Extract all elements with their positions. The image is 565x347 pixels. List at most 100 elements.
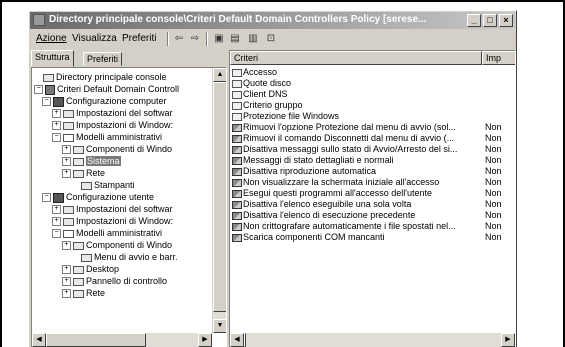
tree-item[interactable]: + Impostazioni di Window: bbox=[52, 119, 173, 131]
tree-item[interactable]: + Componenti di Windo bbox=[62, 239, 172, 251]
list-item-name: Criterio gruppo bbox=[243, 100, 303, 110]
tree-horizontal-scrollbar[interactable]: ◀ ▶ bbox=[32, 333, 212, 347]
expand-icon[interactable]: + bbox=[62, 289, 71, 299]
folder-icon bbox=[63, 229, 74, 238]
tree-item[interactable]: + Pannello di controllo bbox=[62, 275, 167, 287]
list-item[interactable]: Client DNS bbox=[232, 89, 483, 100]
column-header-impostazione[interactable]: Imp bbox=[482, 51, 515, 65]
export-list-icon[interactable]: ▥ bbox=[246, 32, 260, 46]
collapse-icon[interactable]: − bbox=[34, 85, 43, 95]
tree-spacer bbox=[34, 74, 41, 82]
details-pane: Criteri Imp Accesso Quote disco Client DNS… bbox=[229, 50, 516, 347]
scroll-right-arrow-icon[interactable]: ▶ bbox=[501, 333, 515, 347]
list-item[interactable]: Protezione file Windows bbox=[232, 111, 483, 122]
list-item[interactable]: Disattiva l'elenco eseguibile una sola v… bbox=[232, 199, 502, 210]
window-title: Directory principale console\Criteri Def… bbox=[49, 14, 427, 25]
list-item-name: Rimuovi l'opzione Protezione dal menu di… bbox=[243, 122, 456, 132]
expand-icon[interactable]: + bbox=[52, 217, 61, 227]
scroll-thumb[interactable] bbox=[244, 333, 246, 347]
tree-item-label: Componenti di Windo bbox=[86, 144, 173, 154]
tree-spacer bbox=[72, 254, 79, 262]
tree-item[interactable]: + Impostazioni di Window: bbox=[52, 215, 173, 227]
tree-item[interactable]: + Impostazioni del softwar bbox=[52, 107, 173, 119]
scroll-left-arrow-icon[interactable]: ◀ bbox=[230, 333, 244, 347]
scroll-thumb[interactable] bbox=[213, 82, 226, 312]
list-item[interactable]: Disattiva riproduzione automatica Non bbox=[232, 166, 502, 177]
list-item-state: Non bbox=[485, 199, 502, 209]
up-folder-icon[interactable]: ▣ bbox=[212, 32, 226, 46]
tree-item[interactable]: − Configurazione computer bbox=[42, 95, 167, 107]
column-header-criteri[interactable]: Criteri bbox=[230, 51, 482, 65]
menu-visualizza[interactable]: Visualizza bbox=[72, 33, 117, 44]
list-item[interactable]: Rimuovi il comando Disconnetti dal menu … bbox=[232, 133, 502, 144]
scroll-thumb[interactable] bbox=[46, 333, 146, 347]
folder-icon bbox=[73, 265, 84, 274]
help-icon[interactable]: ⊡ bbox=[264, 32, 278, 46]
tree-item[interactable]: Menu di avvio e barr. bbox=[72, 251, 178, 263]
list-item[interactable]: Esegui questi programmi all'accesso dell… bbox=[232, 188, 502, 199]
tree-item[interactable]: + Impostazioni del softwar bbox=[52, 203, 173, 215]
policy-setting-icon bbox=[232, 145, 242, 154]
expand-icon[interactable]: + bbox=[52, 109, 61, 119]
tree-item[interactable]: + Sistema bbox=[62, 155, 121, 167]
policy-setting-icon bbox=[232, 200, 242, 209]
menu-azione[interactable]: Azione bbox=[36, 33, 67, 44]
scroll-right-arrow-icon[interactable]: ▶ bbox=[198, 333, 212, 347]
collapse-icon[interactable]: − bbox=[52, 133, 61, 143]
list-item-name: Disattiva riproduzione automatica bbox=[243, 166, 377, 176]
show-hide-tree-icon[interactable]: ▤ bbox=[228, 32, 242, 46]
scroll-up-arrow-icon[interactable]: ▲ bbox=[213, 68, 226, 82]
tab-struttura[interactable]: Struttura bbox=[31, 50, 74, 67]
tree-item[interactable]: + Rete bbox=[62, 287, 105, 299]
minimize-button[interactable]: _ bbox=[467, 14, 481, 27]
tab-preferiti[interactable]: Preferiti bbox=[83, 52, 123, 66]
list-item[interactable]: Disattiva messaggi sullo stato di Avvio/… bbox=[232, 144, 502, 155]
list-item-state: Non bbox=[485, 232, 502, 242]
expand-icon[interactable]: + bbox=[52, 121, 61, 131]
expand-icon[interactable]: + bbox=[62, 277, 71, 287]
expand-icon[interactable]: + bbox=[62, 157, 71, 167]
tree-item[interactable]: − Modelli amministrativi bbox=[52, 227, 162, 239]
scroll-down-arrow-icon[interactable]: ▼ bbox=[213, 319, 226, 333]
list-item[interactable]: Disattiva l'elenco di esecuzione precede… bbox=[232, 210, 502, 221]
tree-vertical-scrollbar[interactable]: ▲ ▼ bbox=[212, 68, 226, 333]
list-item[interactable]: Non crittografare automaticamente i file… bbox=[232, 221, 502, 232]
expand-icon[interactable]: + bbox=[52, 205, 61, 215]
expand-icon[interactable]: + bbox=[62, 241, 71, 251]
tree-item-label: Desktop bbox=[86, 264, 120, 274]
close-button[interactable]: × bbox=[499, 14, 513, 27]
list-item[interactable]: Quote disco bbox=[232, 78, 483, 89]
collapse-icon[interactable]: − bbox=[52, 229, 61, 239]
tree-item[interactable]: + Componenti di Windo bbox=[62, 143, 172, 155]
tree-item[interactable]: Directory principale console bbox=[34, 71, 167, 83]
list-horizontal-scrollbar[interactable]: ◀ ▶ bbox=[230, 333, 515, 347]
tree-spacer bbox=[72, 182, 79, 190]
title-bar[interactable]: Directory principale console\Criteri Def… bbox=[30, 12, 515, 29]
expand-icon[interactable]: + bbox=[62, 265, 71, 275]
tree-item[interactable]: − Configurazione utente bbox=[42, 191, 154, 203]
tree-item[interactable]: Stampanti bbox=[72, 179, 135, 191]
list-item[interactable]: Scarica componenti COM mancanti Non bbox=[232, 232, 502, 243]
menu-preferiti[interactable]: Preferiti bbox=[122, 33, 156, 44]
list-item[interactable]: Criterio gruppo bbox=[232, 100, 483, 111]
collapse-icon[interactable]: − bbox=[42, 193, 51, 203]
forward-arrow-icon[interactable]: ⇨ bbox=[188, 32, 202, 46]
scroll-left-arrow-icon[interactable]: ◀ bbox=[32, 333, 46, 347]
tree-item[interactable]: + Rete bbox=[62, 167, 105, 179]
expand-icon[interactable]: + bbox=[62, 169, 71, 179]
list-item[interactable]: Rimuovi l'opzione Protezione dal menu di… bbox=[232, 122, 502, 133]
list-item[interactable]: Non visualizzare la schermata iniziale a… bbox=[232, 177, 502, 188]
list-item[interactable]: Accesso bbox=[232, 67, 483, 78]
collapse-icon[interactable]: − bbox=[42, 97, 51, 107]
folder-icon bbox=[73, 169, 84, 178]
tree-item[interactable]: − Criteri Default Domain Controll bbox=[34, 83, 179, 95]
list-item[interactable]: Messaggi di stato dettagliati e normali N… bbox=[232, 155, 502, 166]
list-item-name: Accesso bbox=[243, 67, 278, 77]
list-item-state: Non bbox=[485, 188, 502, 198]
tree-item[interactable]: + Desktop bbox=[62, 263, 119, 275]
back-arrow-icon[interactable]: ⇦ bbox=[172, 32, 186, 46]
maximize-button[interactable]: □ bbox=[483, 14, 497, 27]
expand-icon[interactable]: + bbox=[62, 145, 71, 155]
tree-item[interactable]: − Modelli amministrativi bbox=[52, 131, 162, 143]
policy-setting-icon bbox=[232, 233, 242, 242]
